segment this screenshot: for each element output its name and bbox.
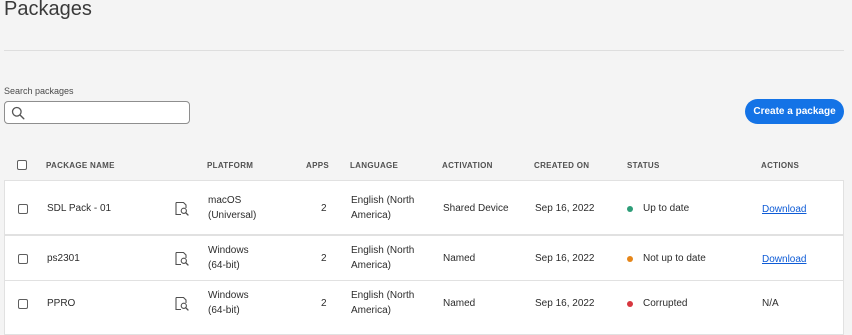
language: English (North America) <box>351 288 414 318</box>
create-package-button[interactable]: Create a package <box>745 99 844 124</box>
package-name: PPRO <box>47 298 76 309</box>
platform-line2: (64-bit) <box>208 305 240 316</box>
row-checkbox[interactable] <box>18 299 28 309</box>
language-line2: America) <box>351 260 392 271</box>
column-header-status[interactable]: STATUS <box>627 161 660 170</box>
action-text: N/A <box>762 298 779 309</box>
platform-line2: (Universal) <box>208 210 257 221</box>
packages-table: SDL Pack - 01 macOS (Universal) 2 Englis… <box>4 180 844 335</box>
preview-icon[interactable] <box>174 251 189 266</box>
platform-line1: macOS <box>208 195 242 206</box>
language-line2: America) <box>351 305 392 316</box>
language-line1: English (North <box>351 195 415 206</box>
status-dot-green <box>627 206 633 212</box>
status-dot-red <box>627 301 633 307</box>
package-name: SDL Pack - 01 <box>47 203 112 214</box>
status-text: Up to date <box>643 203 690 214</box>
language-line1: English (North <box>351 290 415 301</box>
platform-line1: Windows <box>208 290 249 301</box>
column-header-apps[interactable]: APPS <box>306 161 329 170</box>
table-header: PACKAGE NAME PLATFORM APPS LANGUAGE ACTI… <box>4 152 844 180</box>
language: English (North America) <box>351 193 414 223</box>
download-link[interactable]: Download <box>762 202 806 217</box>
table-row[interactable]: SDL Pack - 01 macOS (Universal) 2 Englis… <box>4 180 844 235</box>
package-name: ps2301 <box>47 253 80 264</box>
status-dot-orange <box>627 256 633 262</box>
created-on: Sep 16, 2022 <box>535 298 595 309</box>
column-header-activation[interactable]: ACTIVATION <box>442 161 493 170</box>
download-link[interactable]: Download <box>762 252 806 267</box>
language-line2: America) <box>351 210 392 221</box>
language-line1: English (North <box>351 245 415 256</box>
apps-count: 2 <box>321 298 327 309</box>
column-header-actions: ACTIONS <box>761 161 800 170</box>
search-box[interactable] <box>4 101 190 124</box>
platform: Windows (64-bit) <box>208 243 249 273</box>
preview-icon[interactable] <box>174 296 189 311</box>
preview-icon[interactable] <box>174 201 189 216</box>
table-row[interactable]: PPRO Windows (64-bit) 2 English (North A… <box>4 280 844 335</box>
platform: Windows (64-bit) <box>208 288 249 318</box>
search-icon <box>11 106 25 120</box>
platform-line1: Windows <box>208 245 249 256</box>
activation: Named <box>443 253 476 264</box>
platform: macOS (Universal) <box>208 193 256 223</box>
row-checkbox[interactable] <box>18 204 28 214</box>
apps-count: 2 <box>321 203 327 214</box>
status-text: Not up to date <box>643 253 706 264</box>
language: English (North America) <box>351 243 414 273</box>
apps-count: 2 <box>321 253 327 264</box>
status-text: Corrupted <box>643 298 688 309</box>
header-divider <box>4 50 844 51</box>
select-all-checkbox[interactable] <box>17 160 27 170</box>
page-title: Packages <box>4 0 92 20</box>
row-checkbox[interactable] <box>18 254 28 264</box>
search-label: Search packages <box>4 86 74 96</box>
activation: Shared Device <box>443 203 509 214</box>
search-input[interactable] <box>29 104 188 123</box>
created-on: Sep 16, 2022 <box>535 253 595 264</box>
column-header-language[interactable]: LANGUAGE <box>350 161 398 170</box>
column-header-platform[interactable]: PLATFORM <box>207 161 253 170</box>
platform-line2: (64-bit) <box>208 260 240 271</box>
column-header-package-name[interactable]: PACKAGE NAME <box>46 161 115 170</box>
column-header-created-on[interactable]: CREATED ON <box>534 161 589 170</box>
created-on: Sep 16, 2022 <box>535 203 595 214</box>
activation: Named <box>443 298 476 309</box>
